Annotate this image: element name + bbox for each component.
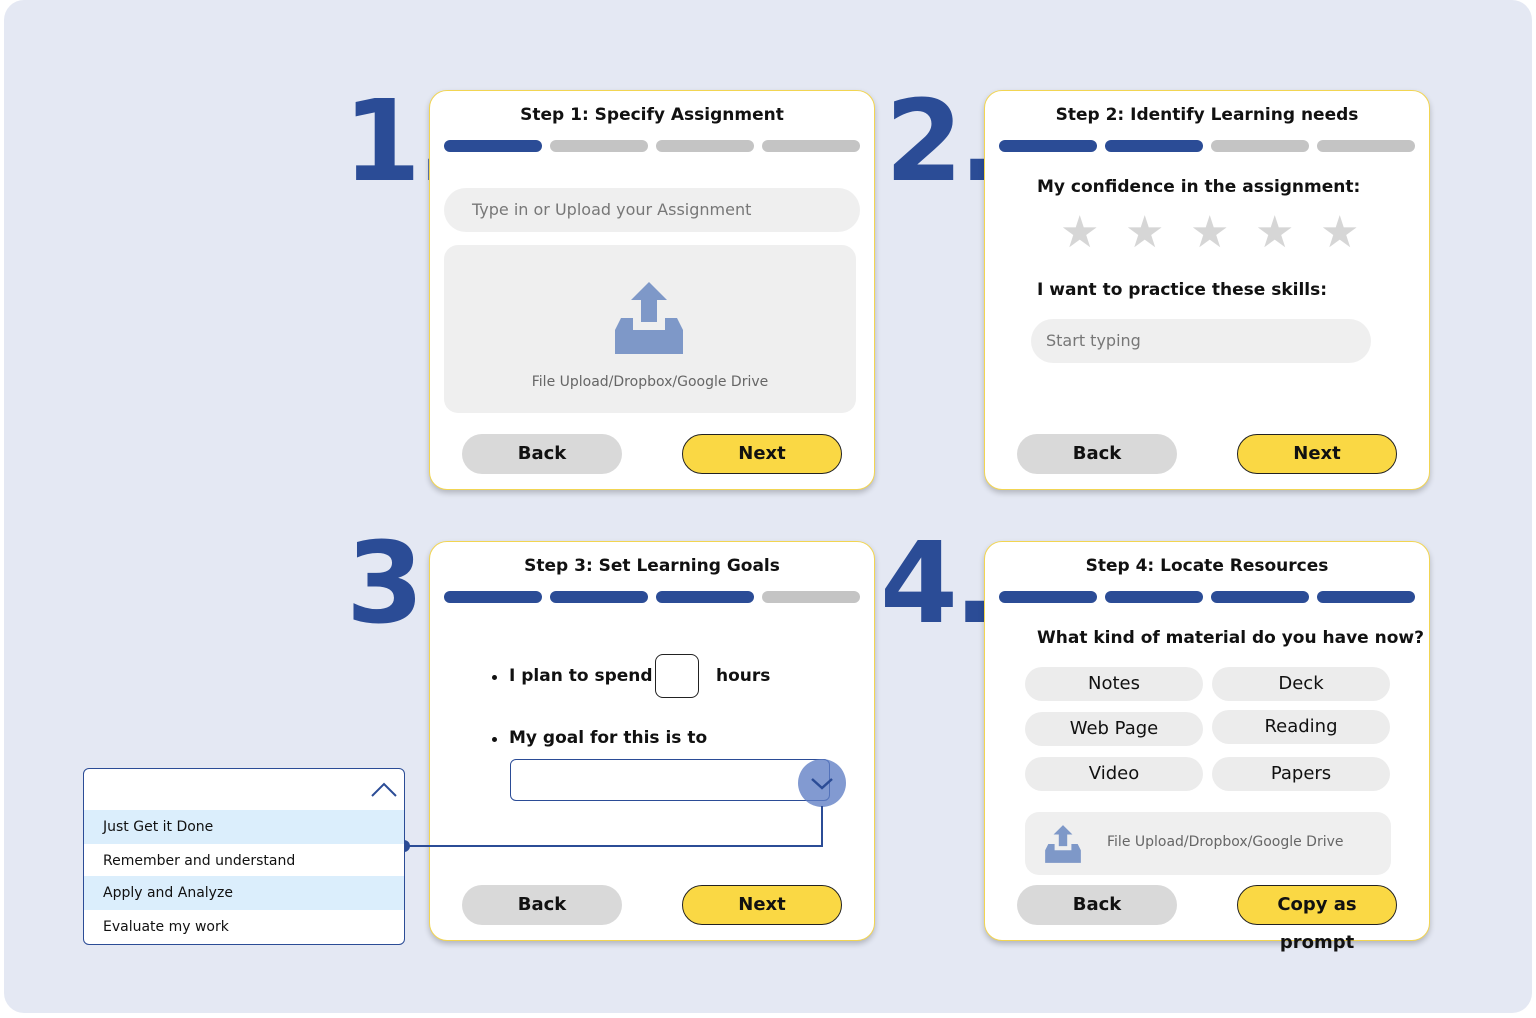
star-icon[interactable]: ★ [1320, 211, 1359, 255]
star-icon[interactable]: ★ [1190, 211, 1229, 255]
material-chip-deck[interactable]: Deck [1212, 667, 1390, 701]
step4-card: Step 4: Locate Resources What kind of ma… [984, 541, 1430, 953]
progress-segment [550, 140, 648, 152]
dropdown-option[interactable]: Evaluate my work [84, 910, 404, 944]
dropdown-option[interactable]: Apply and Analyze [84, 876, 404, 910]
dropdown-option[interactable]: Just Get it Done [84, 810, 404, 844]
progress-segment [762, 591, 860, 603]
back-button[interactable]: Back [1017, 885, 1177, 925]
upload-tray-icon [615, 282, 683, 354]
progress-segment [444, 591, 542, 603]
assignment-placeholder: Type in or Upload your Assignment [472, 200, 752, 219]
progress-segment [656, 591, 754, 603]
goal-select-toggle[interactable] [798, 759, 846, 807]
progress-segment [999, 591, 1097, 603]
progress-segment [656, 140, 754, 152]
progress-segment [1317, 140, 1415, 152]
back-button[interactable]: Back [462, 434, 622, 474]
goal-select[interactable] [510, 759, 830, 801]
step1-title: Step 1: Specify Assignment [520, 105, 784, 125]
material-chip-papers[interactable]: Papers [1212, 757, 1390, 791]
upload-tray-icon [1045, 825, 1081, 863]
file-upload-dropzone[interactable]: File Upload/Dropbox/Google Drive [1025, 812, 1391, 875]
progress-segment [1105, 140, 1203, 152]
progress-segment [1211, 140, 1309, 152]
chevron-up-icon[interactable] [370, 780, 398, 800]
next-button[interactable]: Next [682, 434, 842, 474]
star-icon[interactable]: ★ [1255, 211, 1294, 255]
step4-title: Step 4: Locate Resources [1085, 556, 1329, 576]
material-chip-video[interactable]: Video [1025, 757, 1203, 791]
plan-prefix: I plan to spend [509, 666, 653, 686]
progress-segment [999, 140, 1097, 152]
progress-segment [444, 140, 542, 152]
skills-label: I want to practice these skills: [1037, 280, 1328, 300]
step1-card: Step 1: Specify Assignment Type in or Up… [429, 90, 875, 490]
step2-card: Step 2: Identify Learning needs My confi… [984, 90, 1430, 490]
goal-label: My goal for this is to [509, 728, 708, 748]
next-button[interactable]: Next [682, 885, 842, 925]
goal-dropdown-menu: Just Get it Done Remember and understand… [83, 768, 405, 945]
progress-segment [550, 591, 648, 603]
step2-progress [999, 140, 1415, 152]
skills-placeholder: Start typing [1046, 331, 1141, 350]
plan-suffix: hours [716, 666, 771, 686]
step1-progress [444, 140, 860, 152]
star-icon[interactable]: ★ [1125, 211, 1164, 255]
progress-segment [1317, 591, 1415, 603]
back-button[interactable]: Back [1017, 434, 1177, 474]
chevron-down-icon [811, 778, 833, 790]
copy-as-prompt-button[interactable]: Copy as prompt [1237, 885, 1397, 953]
upload-label: File Upload/Dropbox/Google Drive [531, 374, 769, 390]
material-chip-notes[interactable]: Notes [1025, 667, 1203, 701]
progress-segment [1105, 591, 1203, 603]
bullet-dot [492, 675, 497, 680]
upload-label: File Upload/Dropbox/Google Drive [1107, 834, 1344, 850]
next-button[interactable]: Next [1237, 434, 1397, 474]
file-upload-dropzone[interactable]: File Upload/Dropbox/Google Drive [444, 245, 856, 413]
material-question: What kind of material do you have now? [1037, 628, 1424, 648]
confidence-label: My confidence in the assignment: [1037, 177, 1361, 197]
step3-progress [444, 591, 860, 603]
hours-input[interactable] [655, 654, 699, 698]
step3-title: Step 3: Set Learning Goals [524, 556, 780, 576]
step4-progress [999, 591, 1415, 603]
skills-input[interactable]: Start typing [1031, 319, 1371, 363]
step3-card: Step 3: Set Learning Goals I plan to spe… [429, 541, 875, 941]
progress-segment [762, 140, 860, 152]
material-chip-reading[interactable]: Reading [1212, 710, 1390, 744]
bullet-dot [492, 737, 497, 742]
star-icon[interactable]: ★ [1060, 211, 1099, 255]
step-number-4: 4. [880, 519, 997, 649]
material-chip-web-page[interactable]: Web Page [1025, 712, 1203, 746]
progress-segment [1211, 591, 1309, 603]
step-number-2: 2. [885, 77, 1002, 207]
step2-title: Step 2: Identify Learning needs [1055, 105, 1359, 125]
dropdown-option[interactable]: Remember and understand [84, 844, 404, 878]
back-button[interactable]: Back [462, 885, 622, 925]
assignment-input[interactable]: Type in or Upload your Assignment [444, 188, 860, 232]
